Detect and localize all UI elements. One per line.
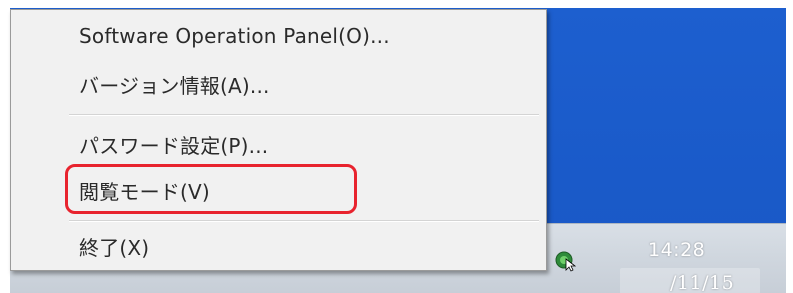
menu-item-password-settings[interactable]: パスワード設定(P)...: [79, 130, 268, 159]
highlight-annotation: [65, 164, 357, 214]
scanner-tray-icon[interactable]: [554, 250, 577, 272]
menu-icon-gutter: [11, 10, 65, 270]
context-menu: Software Operation Panel(O)... バージョン情報(A…: [10, 9, 547, 271]
menu-item-exit[interactable]: 終了(X): [79, 232, 149, 261]
menu-separator: [69, 220, 539, 222]
menu-separator: [69, 114, 539, 116]
screenshot-stage: 14:28 /11/15 Software Operation Panel(O)…: [0, 0, 793, 293]
system-clock[interactable]: 14:28 /11/15: [610, 234, 760, 293]
menu-item-software-operation-panel[interactable]: Software Operation Panel(O)...: [79, 24, 390, 48]
menu-item-version-info[interactable]: バージョン情報(A)...: [79, 70, 270, 99]
clock-time: 14:28: [648, 239, 706, 261]
clock-date: /11/15: [670, 272, 735, 293]
